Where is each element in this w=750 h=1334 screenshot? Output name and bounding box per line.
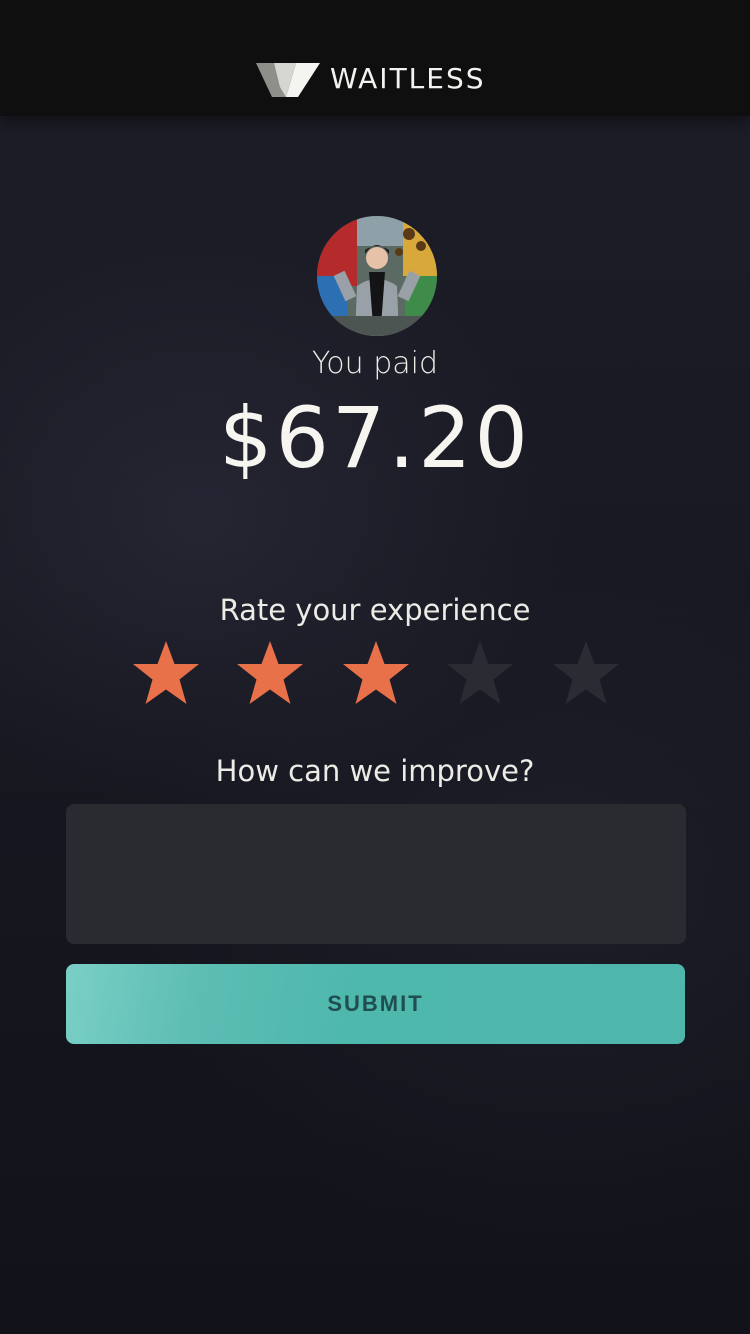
avatar-photo (317, 216, 437, 336)
paid-amount: $67.20 (219, 389, 531, 487)
submit-button[interactable]: SUBMIT (66, 964, 685, 1044)
rating-star-4[interactable] (445, 640, 515, 706)
star-icon (237, 641, 303, 704)
star-icon (553, 641, 619, 704)
star-icon (343, 641, 409, 704)
brand: WAITLESS (256, 58, 486, 100)
rate-experience-label: Rate your experience (219, 593, 531, 627)
waitless-logo-icon (256, 63, 320, 97)
star-icon (133, 641, 199, 704)
improve-label: How can we improve? (215, 754, 535, 788)
app-name: WAITLESS (330, 62, 486, 95)
paid-label: You paid (311, 346, 439, 381)
star-icon (447, 641, 513, 704)
rating-star-5[interactable] (551, 640, 621, 706)
avatar (317, 216, 437, 336)
payment-rating-screen: WAITLESS You paid $67.20 Rate your exper… (0, 0, 750, 1334)
rating-star-1[interactable] (131, 640, 201, 706)
feedback-input[interactable] (66, 804, 686, 944)
app-header: WAITLESS (0, 0, 750, 116)
rating-star-2[interactable] (235, 640, 305, 706)
rating-star-3[interactable] (341, 640, 411, 706)
